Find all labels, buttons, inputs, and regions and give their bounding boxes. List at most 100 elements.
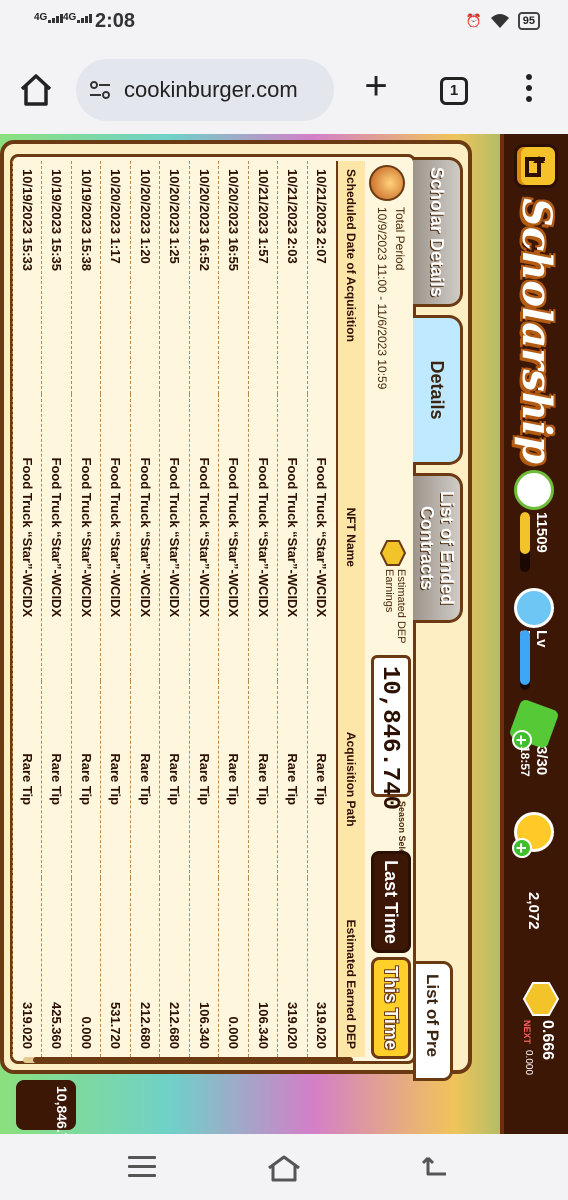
system-nav-bar — [0, 1134, 568, 1200]
cell-path: Rare Tip — [42, 680, 72, 878]
cell-path: Rare Tip — [219, 680, 249, 878]
cell-dep: 319.020 — [278, 877, 308, 1057]
cell-dep: 0.000 — [219, 877, 249, 1057]
add-coins-button[interactable]: + — [511, 838, 532, 858]
cell-path: Rare Tip — [248, 680, 278, 878]
cell-dep: 106.340 — [248, 877, 278, 1057]
scholarship-panel: Scholar Details Details List of Ended Co… — [0, 140, 472, 1081]
cell-date: 10/20/2023 16:52 — [189, 161, 219, 394]
total-dep-box: 10,846.740 — [16, 1080, 76, 1134]
cell-date: 10/20/2023 1:20 — [130, 161, 160, 394]
col-header-path: Acquisition Path — [337, 680, 365, 878]
table-row: 10/20/2023 16:55 Food Truck “Star”-WCIDX R… — [219, 161, 249, 1057]
clock: 2:08 — [95, 10, 136, 32]
return-arrow-icon — [525, 156, 545, 177]
cell-nft-name: Food Truck “Star”-WCIDX — [160, 393, 190, 681]
this-time-button[interactable]: This Time — [371, 957, 411, 1059]
cell-nft-name: Food Truck “Star”-WCIDX — [189, 393, 219, 681]
table-body: 10/21/2023 2:07 Food Truck “Star”-WCIDX Ra… — [12, 161, 337, 1057]
burger-value: 11509 — [533, 512, 550, 553]
table-row: 10/21/2023 2:07 Food Truck “Star”-WCIDX Ra… — [307, 161, 337, 1057]
table-row: 10/19/2023 15:38 Food Truck “Star”-WCIDX R… — [71, 161, 101, 1057]
burger-progress — [520, 512, 530, 572]
total-dep-value: 10,846.740 — [54, 1086, 70, 1134]
earnings-value: 10,846.740 — [371, 655, 411, 810]
battery-icon: 95 — [517, 12, 540, 30]
game-canvas: Scholarship 11509 Lv 50 + 3/30 18:57 + 2 — [0, 134, 568, 1134]
player-level-icon — [514, 588, 554, 628]
cell-nft-name: Food Truck “Star”-WCIDX — [42, 393, 72, 681]
coin-value: 2,072 — [525, 892, 542, 930]
energy-timer: 18:57 — [518, 746, 532, 777]
table-row: 10/21/2023 1:57 Food Truck “Star”-WCIDX Ra… — [248, 161, 278, 1057]
signal-2: 4G — [63, 12, 93, 23]
details-content: Scholar Details Details List of Ended Co… — [10, 154, 463, 1081]
back-button[interactable] — [514, 144, 558, 188]
cell-date: 10/19/2023 15:33 — [12, 161, 42, 394]
signal-bars-icon — [77, 12, 93, 23]
table-row: 10/19/2023 15:35 Food Truck “Star”-WCIDX R… — [42, 161, 72, 1057]
game-header: Scholarship 11509 Lv 50 + 3/30 18:57 + 2 — [500, 134, 568, 1134]
site-settings-icon[interactable] — [88, 78, 112, 102]
cell-date: 10/20/2023 1:17 — [101, 161, 131, 394]
cell-nft-name: Food Truck “Star”-WCIDX — [12, 393, 42, 681]
table-scrollbar[interactable] — [23, 1057, 353, 1063]
last-time-button[interactable]: Last Time — [371, 851, 411, 953]
tab-details[interactable]: Details — [413, 315, 463, 465]
cell-path: Rare Tip — [189, 680, 219, 878]
tab-list-of-previous[interactable]: List of Pre — [413, 961, 453, 1081]
cell-dep: 212.680 — [160, 877, 190, 1057]
signal-1: 4G — [34, 12, 64, 23]
table-row: 10/20/2023 1:20 Food Truck “Star”-WCIDX Ra… — [130, 161, 160, 1057]
battery-level: 95 — [522, 15, 535, 27]
table-row: 10/20/2023 1:25 Food Truck “Star”-WCIDX Ra… — [160, 161, 190, 1057]
next-label: NEXT — [522, 1020, 532, 1045]
cell-date: 10/21/2023 2:03 — [278, 161, 308, 394]
menu-icon[interactable] — [519, 74, 539, 108]
cell-nft-name: Food Truck “Star”-WCIDX — [71, 393, 101, 681]
acquisition-table: Scheduled Date of Acquisition NFT Name A… — [12, 161, 365, 1057]
cell-date: 10/20/2023 1:25 — [160, 161, 190, 394]
col-header-dep: Estimated Earned DEP — [337, 877, 365, 1057]
total-period-label: Total Period — [393, 207, 407, 271]
dep-value: 0.666 — [539, 1020, 556, 1061]
url-text[interactable]: cookinburger.com — [124, 77, 324, 103]
scrollbar-thumb[interactable] — [33, 1057, 353, 1063]
cell-path: Rare Tip — [12, 680, 42, 878]
cell-date: 10/21/2023 1:57 — [248, 161, 278, 394]
signal-1-label: 4G — [34, 12, 48, 23]
cell-nft-name: Food Truck “Star”-WCIDX — [130, 393, 160, 681]
status-bar: 4G 4G 2:08 ⏰ 95 — [0, 0, 568, 46]
tab-switcher-button[interactable]: 1 — [440, 77, 468, 105]
address-bar[interactable]: cookinburger.com — [76, 59, 334, 121]
table-row: 10/20/2023 1:17 Food Truck “Star”-WCIDX Ra… — [101, 161, 131, 1057]
table-header-row: Scheduled Date of Acquisition NFT Name A… — [337, 161, 365, 1057]
cell-nft-name: Food Truck “Star”-WCIDX — [307, 393, 337, 681]
next-value: 0.000 — [523, 1050, 534, 1076]
cell-date: 10/19/2023 15:38 — [71, 161, 101, 394]
new-tab-button[interactable]: + — [356, 62, 396, 110]
table-row: 10/21/2023 2:03 Food Truck “Star”-WCIDX Ra… — [278, 161, 308, 1057]
col-header-nft: NFT Name — [337, 393, 365, 681]
dep-token-icon — [522, 982, 560, 1016]
tab-ended-contracts[interactable]: List of Ended Contracts — [413, 473, 463, 623]
cell-dep: 212.680 — [130, 877, 160, 1057]
cell-date: 10/20/2023 16:55 — [219, 161, 249, 394]
tab-scholar-details[interactable]: Scholar Details — [413, 157, 463, 307]
cell-dep: 106.340 — [189, 877, 219, 1057]
level-progress — [520, 630, 530, 690]
nav-back-icon[interactable] — [420, 1154, 450, 1182]
signal-2-label: 4G — [63, 12, 77, 23]
nav-home-icon[interactable] — [265, 1154, 303, 1182]
recents-icon[interactable] — [128, 1156, 156, 1178]
total-period-value: 10/9/2023 11:00 - 11/6/2023 10:59 — [375, 207, 389, 390]
wifi-icon — [490, 14, 509, 28]
dep-stat: 0.666 NEXT 0.000 — [517, 980, 560, 1075]
side-info-strip: 10,846.740 — [0, 1076, 472, 1134]
cell-dep: 0.000 — [71, 877, 101, 1057]
cell-nft-name: Food Truck “Star”-WCIDX — [101, 393, 131, 681]
home-icon[interactable] — [18, 72, 54, 108]
cell-dep: 531.720 — [101, 877, 131, 1057]
cell-path: Rare Tip — [71, 680, 101, 878]
cell-path: Rare Tip — [101, 680, 131, 878]
